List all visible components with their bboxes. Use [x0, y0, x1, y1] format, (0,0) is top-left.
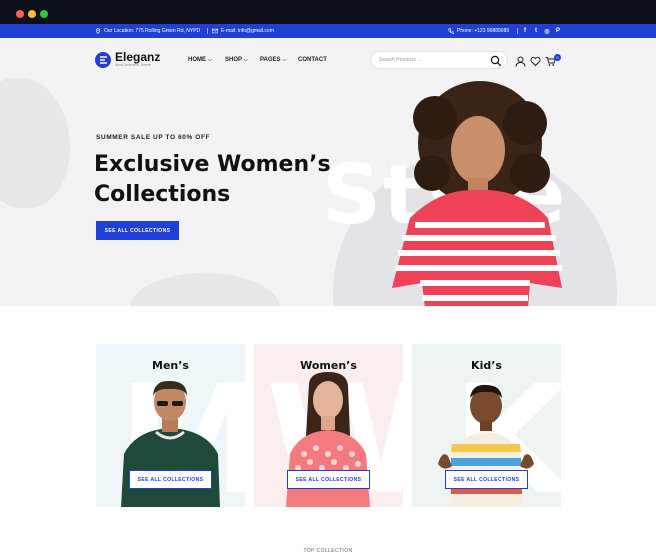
mail-icon [212, 28, 218, 34]
location-info: Our Location: 775 Rolling Green Rd, NYPD [95, 24, 200, 38]
divider [207, 28, 208, 34]
heart-icon[interactable] [530, 54, 541, 67]
location-text: Our Location: 775 Rolling Green Rd, NYPD [104, 28, 201, 34]
cart-count-badge: 0 [554, 54, 561, 61]
nav-contact-label: CONTACT [298, 57, 327, 63]
hero-eyebrow: SUMMER SALE UP TO 60% OFF [96, 134, 211, 141]
logo-name: Eleganz [115, 50, 161, 64]
user-icon[interactable] [515, 54, 526, 67]
hero-see-all-collections-button[interactable]: SEE ALL COLLECTIONS [96, 221, 179, 240]
search-bar [370, 51, 508, 69]
pinterest-icon[interactable]: P [555, 28, 561, 34]
hero-decoration [130, 273, 280, 306]
search-input[interactable] [379, 54, 489, 66]
browser-title-bar [0, 0, 656, 24]
close-window-button[interactable] [16, 10, 24, 18]
kids-see-all-collections-button[interactable]: SEE ALL COLLECTIONS [445, 470, 528, 489]
instagram-icon[interactable]: ◎ [544, 28, 550, 35]
chevron-down-icon: ⌵ [244, 57, 248, 63]
nav-contact[interactable]: CONTACT [298, 55, 327, 65]
nav-home[interactable]: HOME ⌵ [188, 55, 212, 65]
chevron-down-icon: ⌵ [208, 57, 212, 63]
mens-see-all-collections-button[interactable]: SEE ALL COLLECTIONS [129, 470, 212, 489]
nav-pages[interactable]: PAGES ⌵ [260, 55, 286, 65]
divider [517, 28, 518, 34]
section-label: TOP COLLECTION [303, 548, 353, 554]
category-card-mens[interactable]: M Men’s SEE ALL COLLECTIONS [96, 344, 245, 507]
site-logo[interactable]: Eleganz WooCommerce Theme [95, 50, 161, 68]
phone-info[interactable]: Phone: +123 99889989 [448, 24, 509, 38]
hero-decoration [0, 78, 70, 208]
womens-see-all-collections-button[interactable]: SEE ALL COLLECTIONS [287, 470, 370, 489]
hero-title: Exclusive Women’s Collections [94, 152, 331, 207]
category-card-womens[interactable]: W Women’s SEE ALL COLLECTIONS [254, 344, 403, 507]
nav-shop-label: SHOP [225, 57, 243, 63]
email-info[interactable]: E-mail: info@gmail.com [212, 24, 274, 38]
email-text: E-mail: info@gmail.com [221, 28, 274, 34]
maximize-window-button[interactable] [40, 10, 48, 18]
nav-home-label: HOME [188, 57, 206, 63]
hero-model-image [392, 81, 562, 306]
twitter-icon[interactable]: t [533, 28, 539, 34]
logo-mark-icon [95, 52, 111, 68]
location-pin-icon [95, 28, 101, 34]
top-info-bar: Our Location: 775 Rolling Green Rd, NYPD… [0, 24, 656, 38]
social-links: f t ◎ P [522, 24, 561, 38]
nav-pages-label: PAGES [260, 57, 281, 63]
facebook-icon[interactable]: f [522, 28, 528, 34]
nav-shop[interactable]: SHOP ⌵ [225, 55, 248, 65]
phone-text: Phone: +123 99889989 [457, 28, 510, 34]
minimize-window-button[interactable] [28, 10, 36, 18]
category-card-kids[interactable]: K Kid’s SEE ALL COLLECTIONS [412, 344, 561, 507]
search-icon[interactable] [490, 54, 502, 67]
phone-icon [448, 28, 454, 34]
chevron-down-icon: ⌵ [282, 57, 287, 63]
